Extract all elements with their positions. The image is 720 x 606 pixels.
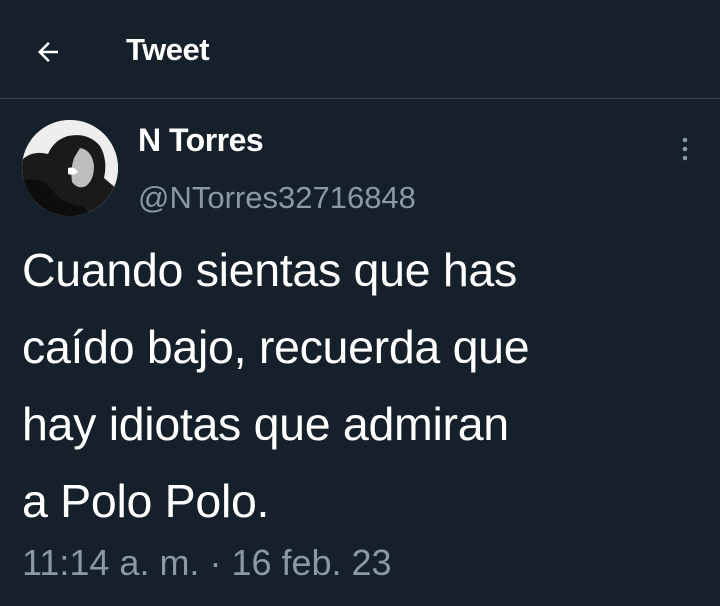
author-handle[interactable]: @NTorres32716848 — [138, 178, 416, 218]
avatar[interactable] — [22, 120, 118, 216]
tweet-time[interactable]: 11:14 a. m. — [22, 542, 199, 583]
meta-separator: · — [199, 542, 232, 583]
profile-photo — [22, 120, 118, 216]
tweet-date[interactable]: 16 feb. 23 — [231, 542, 391, 583]
more-options-button[interactable] — [670, 132, 700, 166]
author-display-name[interactable]: N Torres — [138, 120, 264, 160]
more-vertical-icon — [682, 137, 688, 161]
top-bar: Tweet — [0, 0, 720, 99]
tweet-text: Cuando sientas que has caído bajo, recue… — [22, 244, 530, 527]
tweet-timestamp: 11:14 a. m. · 16 feb. 23 — [22, 540, 392, 586]
back-button[interactable] — [28, 32, 68, 72]
page-title: Tweet — [126, 32, 210, 67]
arrow-left-icon — [38, 42, 58, 62]
